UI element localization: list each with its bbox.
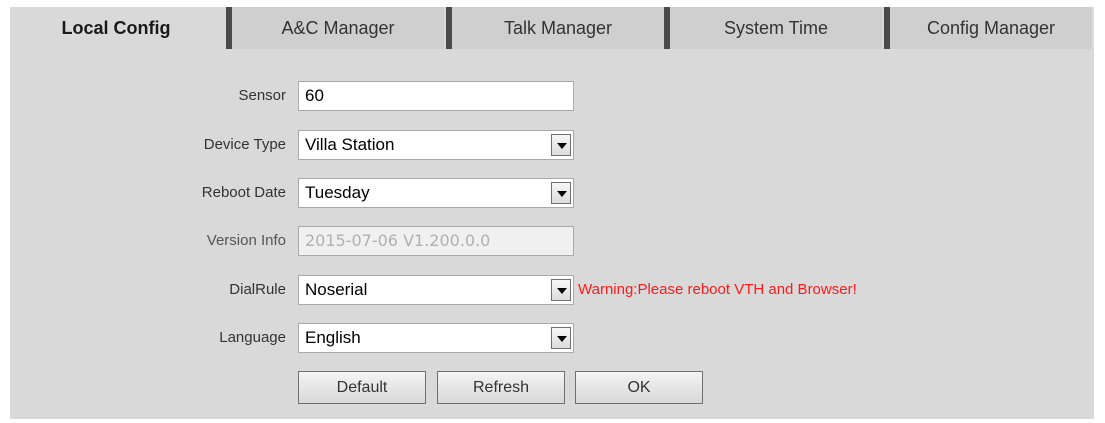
- device-type-select[interactable]: Villa Station: [298, 130, 574, 160]
- reboot-date-label: Reboot Date: [201, 184, 286, 201]
- dial-rule-row: DialRule Noserial Warning:Please reboot …: [10, 275, 1094, 305]
- refresh-button[interactable]: Refresh: [437, 371, 565, 404]
- sensor-input[interactable]: 60: [298, 81, 574, 111]
- language-select[interactable]: English: [298, 323, 574, 353]
- sensor-label: Sensor: [238, 87, 286, 104]
- sensor-row: Sensor 60: [10, 81, 1094, 111]
- dial-rule-label: DialRule: [229, 281, 286, 298]
- reboot-date-select[interactable]: Tuesday: [298, 178, 574, 208]
- reboot-date-row: Reboot Date Tuesday: [10, 178, 1094, 208]
- tab-local-config[interactable]: Local Config: [10, 7, 222, 49]
- dropdown-arrow-icon[interactable]: [551, 327, 571, 349]
- language-value: English: [305, 328, 361, 347]
- reboot-date-value: Tuesday: [305, 183, 370, 202]
- dropdown-arrow-icon[interactable]: [551, 134, 571, 156]
- version-info-row: Version Info 2015-07-06 V1.200.0.0: [10, 226, 1094, 256]
- reboot-warning-text: Warning:Please reboot VTH and Browser!: [578, 281, 857, 298]
- tab-bar: Local Config A&C Manager Talk Manager Sy…: [10, 7, 1094, 49]
- local-config-panel: Local Config A&C Manager Talk Manager Sy…: [10, 7, 1094, 419]
- tab-ac-manager[interactable]: A&C Manager: [232, 7, 444, 49]
- dial-rule-value: Noserial: [305, 280, 368, 299]
- device-type-row: Device Type Villa Station: [10, 130, 1094, 160]
- default-button[interactable]: Default: [298, 371, 426, 404]
- tab-config-manager[interactable]: Config Manager: [890, 7, 1092, 49]
- tab-talk-manager[interactable]: Talk Manager: [452, 7, 664, 49]
- dropdown-arrow-icon[interactable]: [551, 182, 571, 204]
- language-label: Language: [219, 329, 286, 346]
- device-type-label: Device Type: [203, 136, 286, 153]
- dropdown-arrow-icon[interactable]: [551, 279, 571, 301]
- device-type-value: Villa Station: [305, 135, 395, 154]
- language-row: Language English: [10, 323, 1094, 353]
- tab-system-time[interactable]: System Time: [670, 7, 882, 49]
- dial-rule-select[interactable]: Noserial: [298, 275, 574, 305]
- version-info-label: Version Info: [206, 232, 286, 249]
- version-info-field: 2015-07-06 V1.200.0.0: [298, 226, 574, 256]
- ok-button[interactable]: OK: [575, 371, 703, 404]
